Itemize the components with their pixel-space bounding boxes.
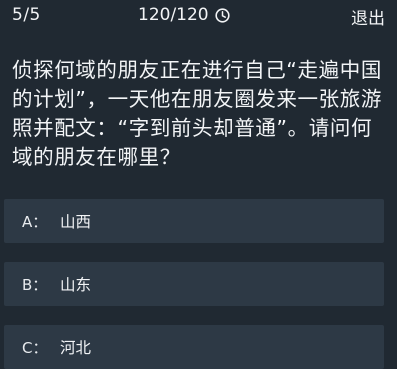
question-progress: 5/5 (12, 5, 41, 25)
option-a-button[interactable]: A： 山西 (4, 199, 384, 243)
option-text: 山西 (60, 213, 92, 231)
option-text: 河北 (60, 339, 92, 357)
clock-icon (215, 7, 230, 23)
option-letter: B： (22, 275, 48, 294)
question-text: 侦探何域的朋友正在进行自己“走遍中国的计划”，一天他在朋友圈发来一张旅游照并配文… (12, 58, 382, 169)
exit-button[interactable]: 退出 (351, 4, 385, 29)
timer-value: 120/120 (138, 5, 209, 25)
option-text: 山东 (60, 276, 92, 294)
timer: 120/120 (138, 5, 230, 25)
option-letter: C： (22, 338, 48, 357)
option-letter: A： (22, 212, 48, 231)
top-bar: 5/5 120/120 退出 (0, 0, 397, 32)
option-c-button[interactable]: C： 河北 (4, 325, 384, 369)
option-b-button[interactable]: B： 山东 (4, 262, 384, 306)
